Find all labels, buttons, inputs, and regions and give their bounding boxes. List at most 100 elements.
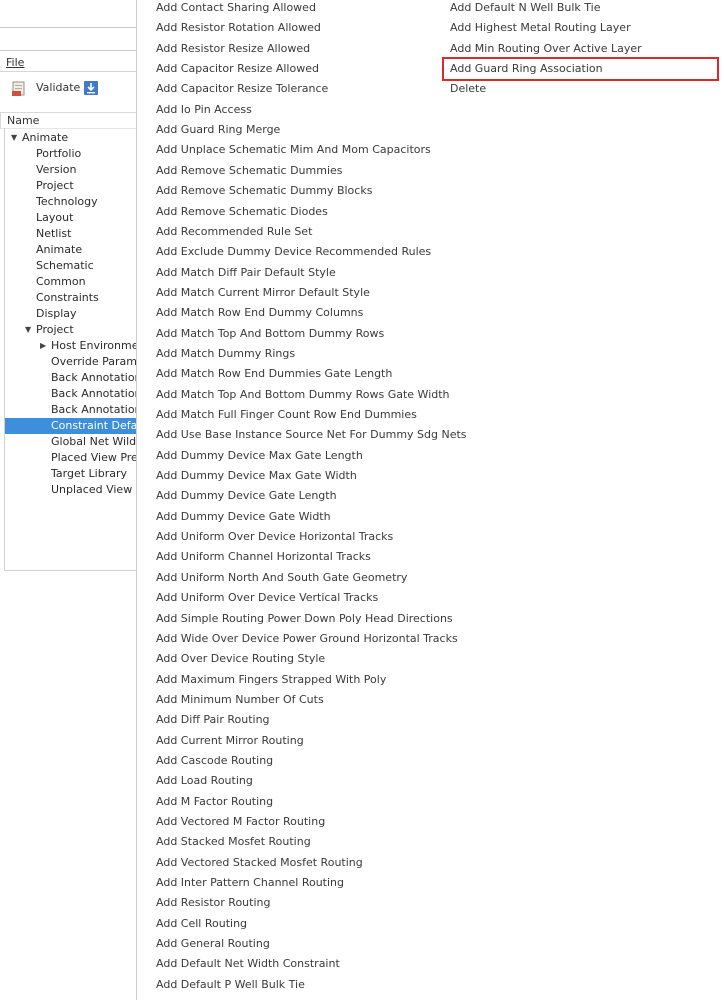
menu-item[interactable]: Add Current Mirror Routing: [156, 731, 304, 751]
menu-item[interactable]: Add Resistor Rotation Allowed: [156, 18, 321, 38]
download-icon[interactable]: [83, 80, 99, 96]
tree-item[interactable]: Display: [5, 306, 137, 322]
menu-item[interactable]: Add Match Diff Pair Default Style: [156, 263, 336, 283]
validate-button[interactable]: Validate: [36, 81, 80, 94]
menu-item[interactable]: Add Match Dummy Rings: [156, 344, 295, 364]
menu-item[interactable]: Add Default Net Width Constraint: [156, 954, 340, 974]
menu-item[interactable]: Add Resistor Routing: [156, 893, 270, 913]
tree-item[interactable]: ▼ Project: [5, 322, 137, 338]
tree-item[interactable]: ▼ Animate: [5, 130, 137, 146]
menu-item[interactable]: Add Match Top And Bottom Dummy Rows: [156, 324, 384, 344]
tree-item[interactable]: Netlist: [5, 226, 137, 242]
menu-item[interactable]: Add Stacked Mosfet Routing: [156, 832, 311, 852]
menu-item[interactable]: Add Recommended Rule Set: [156, 222, 312, 242]
tree-item[interactable]: Global Net Wildca: [5, 434, 137, 450]
tree-item[interactable]: Constraint Default: [5, 418, 137, 434]
tree-item-label: Global Net Wildca: [51, 435, 137, 448]
menu-item-delete[interactable]: Delete: [450, 79, 486, 99]
menu-item[interactable]: Add Exclude Dummy Device Recommended Rul…: [156, 242, 431, 262]
menu-item[interactable]: Add Dummy Device Gate Width: [156, 507, 331, 527]
menu-item[interactable]: Add Minimum Number Of Cuts: [156, 690, 324, 710]
menu-item[interactable]: Add Remove Schematic Dummies: [156, 161, 343, 181]
tree-item[interactable]: Project: [5, 178, 137, 194]
property-editor-window: File Validate Name ▼ Animate Portfolio Vers…: [0, 0, 137, 1000]
tree-item-label: Unplaced View: [51, 483, 133, 496]
menu-item[interactable]: Add M Factor Routing: [156, 792, 273, 812]
menu-item[interactable]: Add Wide Over Device Power Ground Horizo…: [156, 629, 458, 649]
menu-item[interactable]: Add Uniform North And South Gate Geometr…: [156, 568, 407, 588]
menu-item[interactable]: Add Guard Ring Merge: [156, 120, 280, 140]
menu-item[interactable]: Add Maximum Fingers Strapped With Poly: [156, 670, 386, 690]
expand-arrow-icon[interactable]: ▼: [11, 130, 17, 146]
tree-item-label: Layout: [36, 211, 74, 224]
menu-item[interactable]: Add Default N Well Bulk Tie: [450, 0, 600, 18]
menu-item[interactable]: Add Dummy Device Max Gate Width: [156, 466, 357, 486]
menu-item[interactable]: Add Cell Routing: [156, 914, 247, 934]
menu-item[interactable]: Add Unplace Schematic Mim And Mom Capaci…: [156, 140, 431, 160]
menu-item[interactable]: Add Remove Schematic Dummy Blocks: [156, 181, 372, 201]
menu-item[interactable]: Add Io Pin Access: [156, 100, 252, 120]
tree-item-label: Back Annotation S: [51, 403, 137, 416]
tree-item[interactable]: Portfolio: [5, 146, 137, 162]
tree-item-label: Netlist: [36, 227, 72, 240]
menu-item[interactable]: Add Dummy Device Max Gate Length: [156, 446, 363, 466]
tree-item[interactable]: Constraints: [5, 290, 137, 306]
validate-icon[interactable]: [11, 81, 27, 97]
menu-item[interactable]: Add Uniform Over Device Horizontal Track…: [156, 527, 393, 547]
tree-item[interactable]: Override Paramete: [5, 354, 137, 370]
tree-item-label: Host Environment: [51, 339, 137, 352]
menu-item[interactable]: Add Diff Pair Routing: [156, 710, 270, 730]
tree-item-label: Portfolio: [36, 147, 82, 160]
menu-item[interactable]: Add Match Row End Dummies Gate Length: [156, 364, 392, 384]
tree-item[interactable]: Back Annotation S: [5, 402, 137, 418]
tree-item[interactable]: ▶ Host Environment: [5, 338, 137, 354]
menu-item[interactable]: Add Min Routing Over Active Layer: [450, 39, 642, 59]
menu-item[interactable]: Add Match Current Mirror Default Style: [156, 283, 370, 303]
menu-item[interactable]: Add General Routing: [156, 934, 270, 954]
tree-item[interactable]: Layout: [5, 210, 137, 226]
menu-item[interactable]: Add Cascode Routing: [156, 751, 273, 771]
header-divider: [0, 27, 136, 28]
expand-arrow-icon[interactable]: ▼: [25, 322, 31, 338]
tree-item-label: Animate: [22, 131, 69, 144]
tree-item-label: Animate: [36, 243, 83, 256]
tree-item[interactable]: Common: [5, 274, 137, 290]
menu-item[interactable]: Add Highest Metal Routing Layer: [450, 18, 631, 38]
menu-item[interactable]: Add Dummy Device Gate Length: [156, 486, 337, 506]
menu-item[interactable]: Add Over Device Routing Style: [156, 649, 325, 669]
menu-item[interactable]: Add Default P Well Bulk Tie: [156, 975, 305, 995]
tree-column-header[interactable]: Name: [0, 112, 137, 129]
menu-item[interactable]: Add Match Top And Bottom Dummy Rows Gate…: [156, 385, 450, 405]
settings-tree: ▼ Animate Portfolio Version Project Technolog…: [4, 128, 137, 571]
tree-item-label: Schematic: [36, 259, 94, 272]
menu-item[interactable]: Add Use Base Instance Source Net For Dum…: [156, 425, 467, 445]
tree-item-label: Placed View Prefix: [51, 451, 137, 464]
menu-item[interactable]: Add Load Routing: [156, 771, 253, 791]
tree-item[interactable]: Back Annotation S: [5, 386, 137, 402]
tree-item[interactable]: Animate: [5, 242, 137, 258]
menu-item[interactable]: Add Resistor Resize Allowed: [156, 39, 310, 59]
tree-item[interactable]: Placed View Prefix: [5, 450, 137, 466]
tree-item[interactable]: Back Annotation R: [5, 370, 137, 386]
tree-item[interactable]: Technology: [5, 194, 137, 210]
tree-item[interactable]: Target Library: [5, 466, 137, 482]
menu-item[interactable]: Add Vectored Stacked Mosfet Routing: [156, 853, 363, 873]
tree-item[interactable]: Schematic: [5, 258, 137, 274]
menu-item[interactable]: Add Capacitor Resize Allowed: [156, 59, 319, 79]
tree-item[interactable]: Unplaced View: [5, 482, 137, 498]
tree-item-label: Constraints: [36, 291, 99, 304]
menu-item[interactable]: Add Vectored M Factor Routing: [156, 812, 325, 832]
menu-item[interactable]: Add Uniform Over Device Vertical Tracks: [156, 588, 378, 608]
menu-item[interactable]: Add Inter Pattern Channel Routing: [156, 873, 344, 893]
menu-item[interactable]: Add Simple Routing Power Down Poly Head …: [156, 609, 453, 629]
toolbar: Validate: [0, 72, 136, 104]
menu-item[interactable]: Add Match Row End Dummy Columns: [156, 303, 363, 323]
collapse-arrow-icon[interactable]: ▶: [40, 338, 46, 354]
menu-item[interactable]: Add Capacitor Resize Tolerance: [156, 79, 328, 99]
menu-item[interactable]: Add Uniform Channel Horizontal Tracks: [156, 547, 371, 567]
menu-item[interactable]: Add Match Full Finger Count Row End Dumm…: [156, 405, 417, 425]
file-menu[interactable]: File: [6, 56, 24, 69]
tree-item[interactable]: Version: [5, 162, 137, 178]
menu-item[interactable]: Add Contact Sharing Allowed: [156, 0, 316, 18]
menu-item[interactable]: Add Remove Schematic Diodes: [156, 202, 328, 222]
